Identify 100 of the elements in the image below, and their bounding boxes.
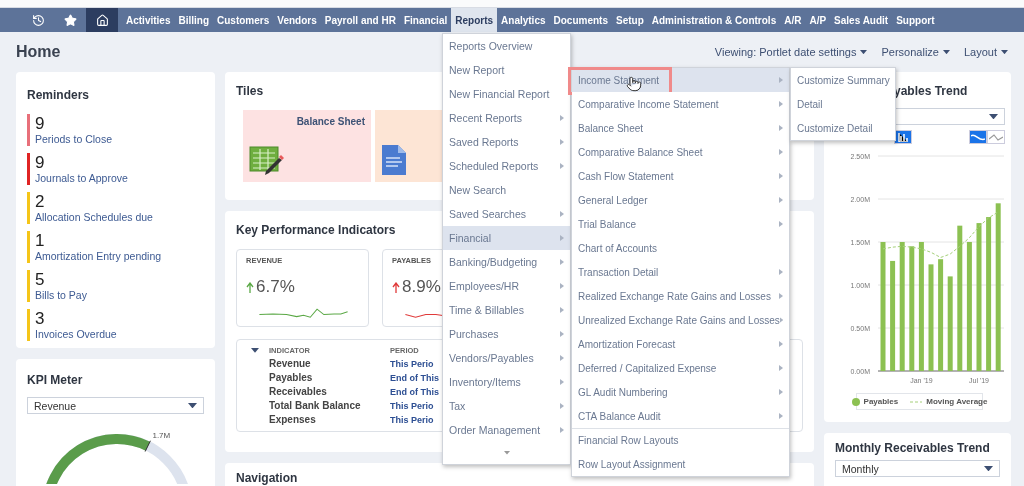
table-cell-text: Total Bank Balance bbox=[269, 400, 362, 411]
caret-icon bbox=[942, 49, 950, 55]
spreadsheet-pencil-icon bbox=[249, 146, 285, 176]
nav-tab[interactable]: Financial bbox=[399, 8, 452, 32]
menu-item[interactable]: Customize Summary bbox=[791, 68, 895, 92]
header-dropdown[interactable]: Viewing: Portlet date settings bbox=[714, 46, 868, 58]
menu-item[interactable]: Transaction Detail bbox=[572, 260, 789, 284]
menu-item[interactable]: Reports Overview bbox=[443, 34, 570, 58]
curve-toggle[interactable] bbox=[969, 130, 987, 144]
table-cell-text: Revenue bbox=[269, 358, 312, 369]
nav-tab[interactable]: Sales Audit bbox=[830, 8, 893, 32]
reminder-count: 9 bbox=[35, 153, 46, 172]
card-title: Reminders bbox=[27, 88, 90, 102]
header-dropdown[interactable]: Layout bbox=[963, 46, 1008, 58]
nav-tab[interactable]: Setup bbox=[611, 8, 648, 32]
menu-item[interactable]: Scheduled Reports bbox=[443, 154, 570, 178]
menu-item[interactable]: Amortization Forecast bbox=[572, 332, 789, 356]
period-select[interactable]: Monthly bbox=[835, 460, 1000, 477]
reminder-link[interactable]: Bills to Pay bbox=[35, 289, 204, 302]
menu-item[interactable]: Vendors/Payables bbox=[443, 346, 570, 370]
menu-item[interactable]: Employees/HR bbox=[443, 274, 570, 298]
menu-item[interactable]: Inventory/Items bbox=[443, 370, 570, 394]
menu-item[interactable]: General Ledger bbox=[572, 188, 789, 212]
nav-tab[interactable]: Activities bbox=[122, 8, 175, 32]
kpi-value: 8.9% bbox=[402, 277, 441, 297]
reminder-link[interactable]: Allocation Schedules due bbox=[35, 211, 204, 224]
home-icon[interactable] bbox=[86, 8, 118, 32]
menu-item[interactable]: Tax bbox=[443, 394, 570, 418]
menu-item[interactable]: Financial Row Layouts bbox=[572, 428, 789, 452]
menu-item[interactable]: Time & Billables bbox=[443, 298, 570, 322]
caret-icon bbox=[984, 465, 993, 472]
card-title: Monthly Receivables Trend bbox=[835, 441, 990, 455]
nav-tab[interactable]: Vendors bbox=[273, 8, 321, 32]
menu-item[interactable]: Banking/Budgeting bbox=[443, 250, 570, 274]
legend-dot-icon bbox=[851, 397, 860, 406]
legend-item: Payables bbox=[851, 397, 899, 406]
nav-tab[interactable]: Administration & Controls bbox=[647, 8, 781, 32]
menu-item[interactable]: New Search bbox=[443, 178, 570, 202]
menu-item[interactable]: GL Audit Numbering bbox=[572, 380, 789, 404]
menu-item[interactable]: Deferred / Capitalized Expense bbox=[572, 356, 789, 380]
menu-item[interactable]: Trial Balance bbox=[572, 212, 789, 236]
card-title: yables Trend bbox=[894, 84, 968, 98]
menu-item[interactable]: Purchases bbox=[443, 322, 570, 346]
table-cell-text: Receivables bbox=[269, 386, 328, 397]
document-icon bbox=[381, 144, 407, 176]
nav-tab[interactable]: Billing bbox=[174, 8, 214, 32]
nav-tab[interactable]: Analytics bbox=[497, 8, 550, 32]
tile[interactable]: Balance Sheet bbox=[243, 110, 371, 182]
reminder-link[interactable]: Periods to Close bbox=[35, 133, 204, 146]
menu-item[interactable]: Recent Reports bbox=[443, 106, 570, 130]
caret-icon bbox=[860, 49, 868, 55]
nav-tab[interactable]: Reports bbox=[451, 8, 498, 32]
reminder-count: 1 bbox=[35, 231, 46, 250]
header-dropdown[interactable]: Personalize bbox=[881, 46, 950, 58]
legend-dash-icon bbox=[910, 399, 923, 404]
line-toggle[interactable] bbox=[987, 130, 1005, 144]
caret-icon bbox=[188, 402, 197, 409]
menu-item[interactable]: Saved Reports bbox=[443, 130, 570, 154]
bar-chart-toggle[interactable] bbox=[894, 130, 912, 144]
nav-tab[interactable]: Documents bbox=[549, 8, 612, 32]
reminder-link[interactable]: Invoices Overdue bbox=[35, 328, 204, 341]
page-title: Home bbox=[16, 43, 61, 61]
reminder-count: 2 bbox=[35, 192, 46, 211]
table-cell-text: Expenses bbox=[269, 414, 317, 425]
kpi-value: 6.7% bbox=[256, 277, 295, 297]
menu-item[interactable]: Financial bbox=[443, 226, 570, 250]
card-title: KPI Meter bbox=[27, 373, 83, 387]
nav-tab[interactable]: Customers bbox=[213, 8, 274, 32]
nav-tab[interactable]: A/R bbox=[780, 8, 806, 32]
gauge-label: 1.7M bbox=[152, 430, 171, 440]
menu-item[interactable]: Balance Sheet bbox=[572, 116, 789, 140]
menu-item[interactable]: Comparative Balance Sheet bbox=[572, 140, 789, 164]
caret-icon bbox=[1001, 49, 1008, 55]
kpi-select[interactable]: Revenue bbox=[27, 397, 204, 414]
menu-item[interactable]: Cash Flow Statement bbox=[572, 164, 789, 188]
reminder-count: 3 bbox=[35, 309, 46, 328]
reminder-count: 9 bbox=[35, 114, 46, 133]
menu-item[interactable]: Chart of Accounts bbox=[572, 236, 789, 260]
nav-tab[interactable]: Support bbox=[892, 8, 939, 32]
menu-item[interactable]: Detail bbox=[791, 92, 895, 116]
menu-item[interactable]: New Report bbox=[443, 58, 570, 82]
card-title: Tiles bbox=[236, 84, 264, 98]
menu-item[interactable]: Saved Searches bbox=[443, 202, 570, 226]
reminder-link[interactable]: Amortization Entry pending bbox=[35, 250, 204, 263]
reminder-count: 5 bbox=[35, 270, 46, 289]
menu-item[interactable]: CTA Balance Audit bbox=[572, 404, 789, 428]
reminder-link[interactable]: Journals to Approve bbox=[35, 172, 204, 185]
menu-item[interactable]: Comparative Income Statement bbox=[572, 92, 789, 116]
collapse-caret-icon bbox=[251, 348, 259, 353]
menu-item[interactable]: Customize Detail bbox=[791, 116, 895, 140]
card-title: Navigation bbox=[236, 471, 298, 485]
menu-item[interactable]: Row Layout Assignment bbox=[572, 452, 789, 476]
nav-tab[interactable]: A/P bbox=[805, 8, 831, 32]
menu-item[interactable]: Order Management bbox=[443, 418, 570, 442]
menu-item[interactable]: Realized Exchange Rate Gains and Losses bbox=[572, 284, 789, 308]
table-cell-text: Payables bbox=[269, 372, 314, 383]
menu-item[interactable]: Unrealized Exchange Rate Gains and Losses bbox=[572, 308, 789, 332]
menu-item[interactable]: New Financial Report bbox=[443, 82, 570, 106]
legend-item: Moving Average bbox=[910, 397, 988, 406]
nav-tab[interactable]: Payroll and HR bbox=[320, 8, 400, 32]
